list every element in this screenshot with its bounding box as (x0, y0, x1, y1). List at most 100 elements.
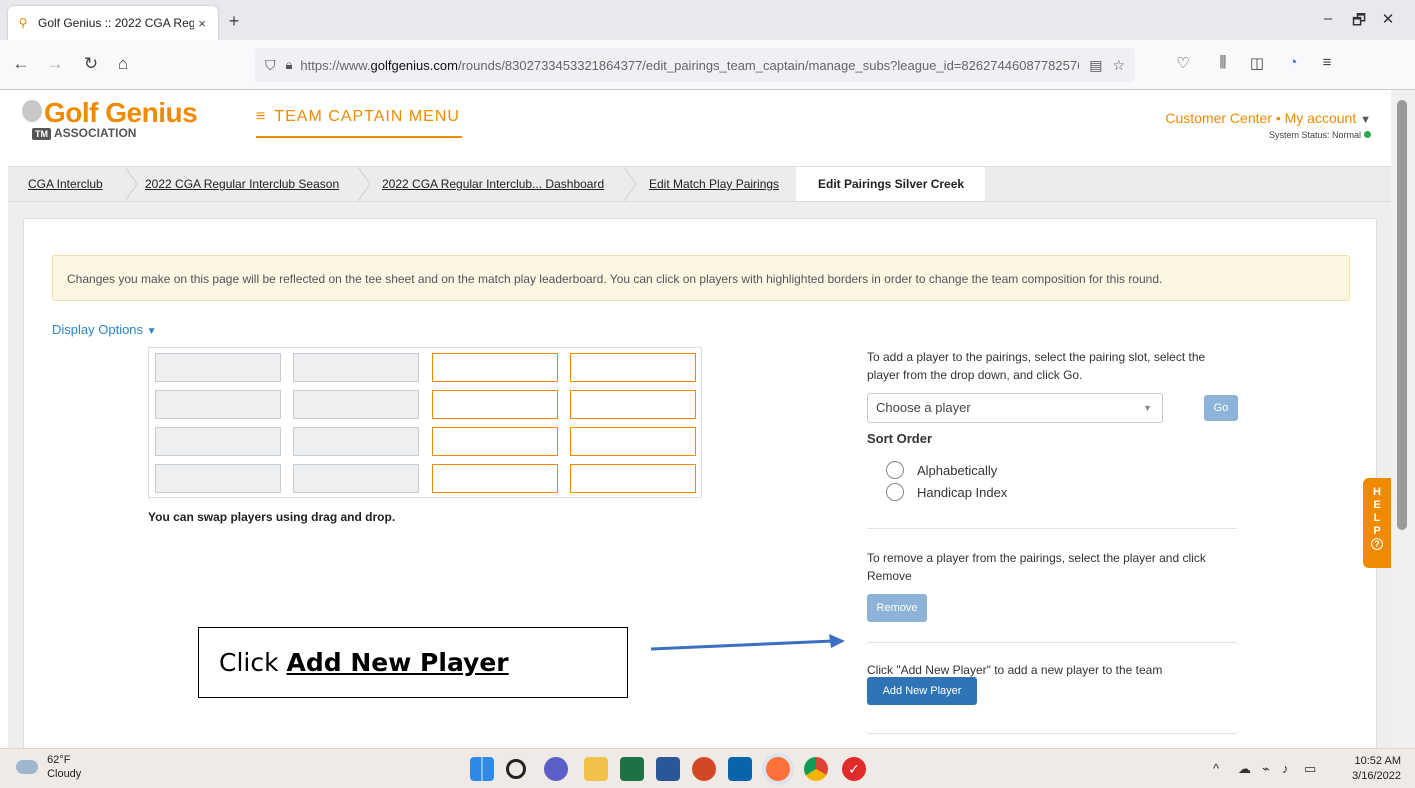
bookmark-star-icon[interactable]: ☆ (1112, 57, 1125, 74)
reload-icon[interactable]: ↻ (80, 53, 102, 75)
firefox-icon[interactable] (766, 757, 790, 781)
onedrive-cloud-icon[interactable]: ☁ (1238, 761, 1251, 777)
volume-icon[interactable]: ♪ (1282, 761, 1289, 776)
system-status: System Status: Normal (1165, 130, 1371, 140)
sort-alphabetically-label[interactable]: Alphabetically (917, 463, 997, 478)
todo-check-icon[interactable]: ✓ (842, 757, 866, 781)
windows-start-icon[interactable] (470, 757, 494, 781)
link-separator: • (1275, 110, 1281, 126)
window-minimize-button[interactable]: – (1318, 10, 1338, 27)
breadcrumb-chevron-icon (968, 167, 984, 201)
hamburger-icon: ≡ (256, 108, 267, 125)
remove-button[interactable]: Remove (867, 594, 927, 622)
browser-tab-bar: ⚲ Golf Genius :: 2022 CGA Regular × + – … (0, 0, 1415, 40)
forward-arrow-icon[interactable]: → (44, 53, 66, 75)
scrollbar-thumb[interactable] (1397, 100, 1407, 530)
player-select[interactable]: Choose a player ▼ (867, 393, 1163, 423)
breadcrumb-dashboard[interactable]: 2022 CGA Regular Interclub... Dashboard (382, 167, 604, 201)
browser-tab[interactable]: ⚲ Golf Genius :: 2022 CGA Regular × (8, 6, 218, 40)
sidebar-icon[interactable]: ◫ (1246, 54, 1268, 72)
clock-date: 3/16/2022 (1352, 770, 1401, 782)
breadcrumb-chevron-icon (124, 167, 138, 201)
site-header: Golf Genius TM ASSOCIATION ≡ TEAM CAPTAIN … (8, 90, 1391, 157)
add-player-instructions: To add a player to the pairings, select … (867, 350, 1206, 382)
pairing-slot[interactable] (155, 353, 281, 382)
library-icon[interactable]: ⫼ (1212, 54, 1234, 71)
pairing-slot[interactable] (570, 390, 696, 419)
breadcrumb-cga-interclub[interactable]: CGA Interclub (28, 167, 103, 201)
outlook-icon[interactable] (728, 757, 752, 781)
callout-prefix: Click (219, 648, 287, 677)
pairing-slot[interactable] (570, 464, 696, 493)
reader-view-icon[interactable]: ▤ (1089, 57, 1102, 74)
back-arrow-icon[interactable]: ← (10, 53, 32, 75)
golf-ball-icon (22, 100, 42, 122)
section-divider (867, 528, 1237, 529)
address-bar[interactable]: ⛉ 🔒︎ https://www.golfgenius.com/rounds/8… (255, 48, 1135, 82)
app-menu-icon[interactable]: ≡ (1316, 54, 1338, 71)
powerpoint-icon[interactable] (692, 757, 716, 781)
pairing-slot[interactable] (432, 390, 558, 419)
pairing-slot[interactable] (155, 390, 281, 419)
status-dot-icon (1364, 131, 1371, 138)
breadcrumb: CGA Interclub 2022 CGA Regular Interclub… (8, 166, 1391, 202)
tray-chevron-up-icon[interactable]: ^ (1213, 761, 1219, 776)
chrome-icon[interactable] (804, 757, 828, 781)
caret-down-icon[interactable]: ▼ (1360, 114, 1371, 126)
network-icon[interactable]: ⌁ (1262, 761, 1270, 777)
weather-widget[interactable]: 62°F Cloudy (16, 753, 81, 781)
sort-handicap-radio[interactable] (886, 483, 904, 501)
home-icon[interactable]: ⌂ (112, 53, 134, 75)
pairing-slot[interactable] (432, 353, 558, 382)
pairing-slot[interactable] (570, 353, 696, 382)
tracking-shield-icon[interactable]: ⛉ (265, 57, 276, 74)
search-icon[interactable] (506, 759, 526, 779)
extension-icon[interactable]: ◔ (1282, 54, 1304, 71)
display-options-toggle[interactable]: Display Options ▼ (52, 322, 157, 337)
window-restore-button[interactable]: 🗗 (1349, 10, 1369, 35)
go-button[interactable]: Go (1204, 395, 1238, 421)
golf-genius-logo[interactable]: Golf Genius TM ASSOCIATION (22, 98, 198, 140)
taskbar-clock[interactable]: 10:52 AM 3/16/2022 (1352, 754, 1401, 784)
pairing-slot[interactable] (293, 464, 419, 493)
player-select-value: Choose a player (876, 400, 971, 415)
pairing-slot[interactable] (570, 427, 696, 456)
pairings-grid (148, 347, 702, 498)
pairing-slot[interactable] (432, 464, 558, 493)
excel-icon[interactable] (620, 757, 644, 781)
team-captain-menu[interactable]: ≡ TEAM CAPTAIN MENU (256, 108, 462, 138)
window-close-button[interactable]: ✕ (1378, 10, 1398, 28)
help-letter: L (1373, 512, 1381, 524)
breadcrumb-season[interactable]: 2022 CGA Regular Interclub Season (145, 167, 339, 201)
file-explorer-icon[interactable] (584, 757, 608, 781)
lock-icon[interactable]: 🔒︎ (286, 57, 293, 73)
weather-temperature: 62°F (47, 754, 71, 766)
url-text[interactable]: https://www.golfgenius.com/rounds/830273… (300, 58, 1079, 73)
pairing-slot[interactable] (155, 464, 281, 493)
my-account-link[interactable]: My account (1285, 110, 1357, 126)
weather-condition: Cloudy (47, 768, 82, 780)
battery-icon[interactable]: ▭ (1304, 761, 1316, 777)
team-captain-menu-label: TEAM CAPTAIN MENU (274, 108, 460, 125)
breadcrumb-edit-match-play[interactable]: Edit Match Play Pairings (649, 167, 779, 201)
pairing-slot[interactable] (155, 427, 281, 456)
sort-handicap-label[interactable]: Handicap Index (917, 485, 1007, 500)
pairing-slot[interactable] (293, 427, 419, 456)
add-new-player-button[interactable]: Add New Player (867, 677, 977, 705)
chat-icon[interactable] (544, 757, 568, 781)
pocket-icon[interactable]: ♡ (1172, 54, 1194, 72)
tab-close-icon[interactable]: × (194, 16, 210, 31)
pairing-slot[interactable] (293, 353, 419, 382)
pairing-slot[interactable] (432, 427, 558, 456)
info-notice: Changes you make on this page will be re… (52, 255, 1350, 301)
new-tab-button[interactable]: + (224, 12, 244, 30)
callout-bold-text: Add New Player (286, 648, 509, 677)
word-icon[interactable] (656, 757, 680, 781)
help-letter: P (1373, 525, 1381, 537)
help-tab[interactable]: H E L P ? (1363, 478, 1391, 568)
tutorial-callout: Click Add New Player (198, 627, 628, 698)
page-scrollbar[interactable] (1391, 90, 1415, 748)
customer-center-link[interactable]: Customer Center (1165, 110, 1272, 126)
sort-alphabetically-radio[interactable] (886, 461, 904, 479)
pairing-slot[interactable] (293, 390, 419, 419)
